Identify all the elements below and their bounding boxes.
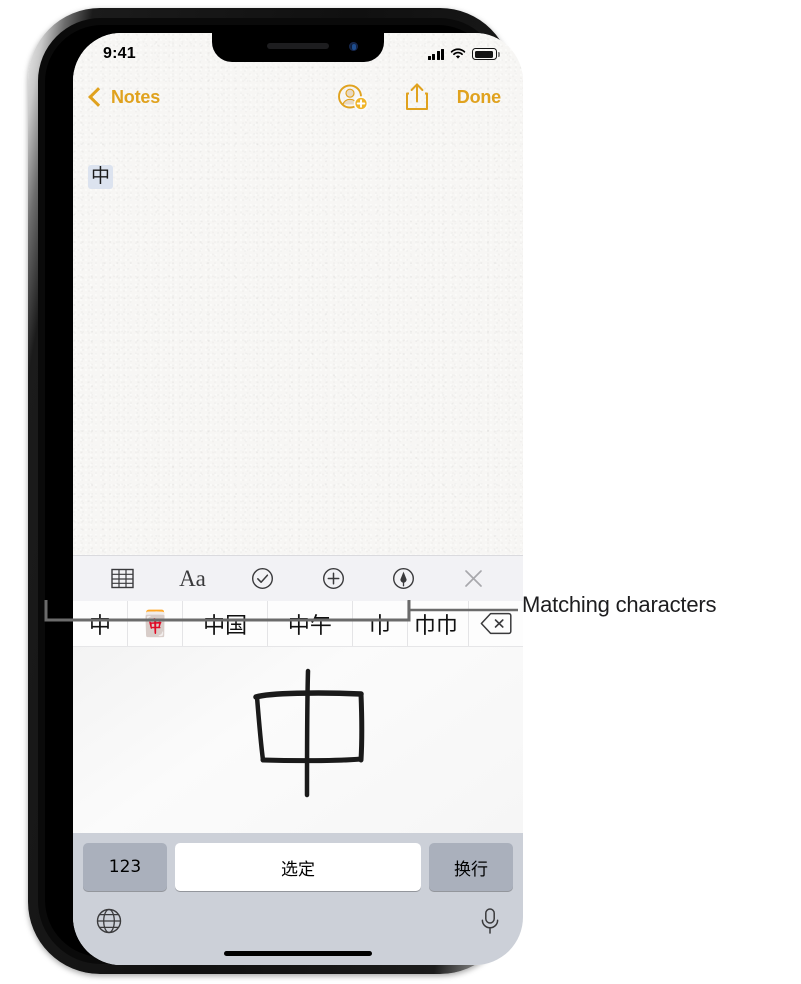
screenshot-stage: 9:41 Notes Done 中 Aa 中 🀄 中国 中午 巾 巾巾 123 … xyxy=(0,0,801,984)
callout-annotation xyxy=(44,600,518,622)
callout-label: Matching characters xyxy=(522,592,717,617)
